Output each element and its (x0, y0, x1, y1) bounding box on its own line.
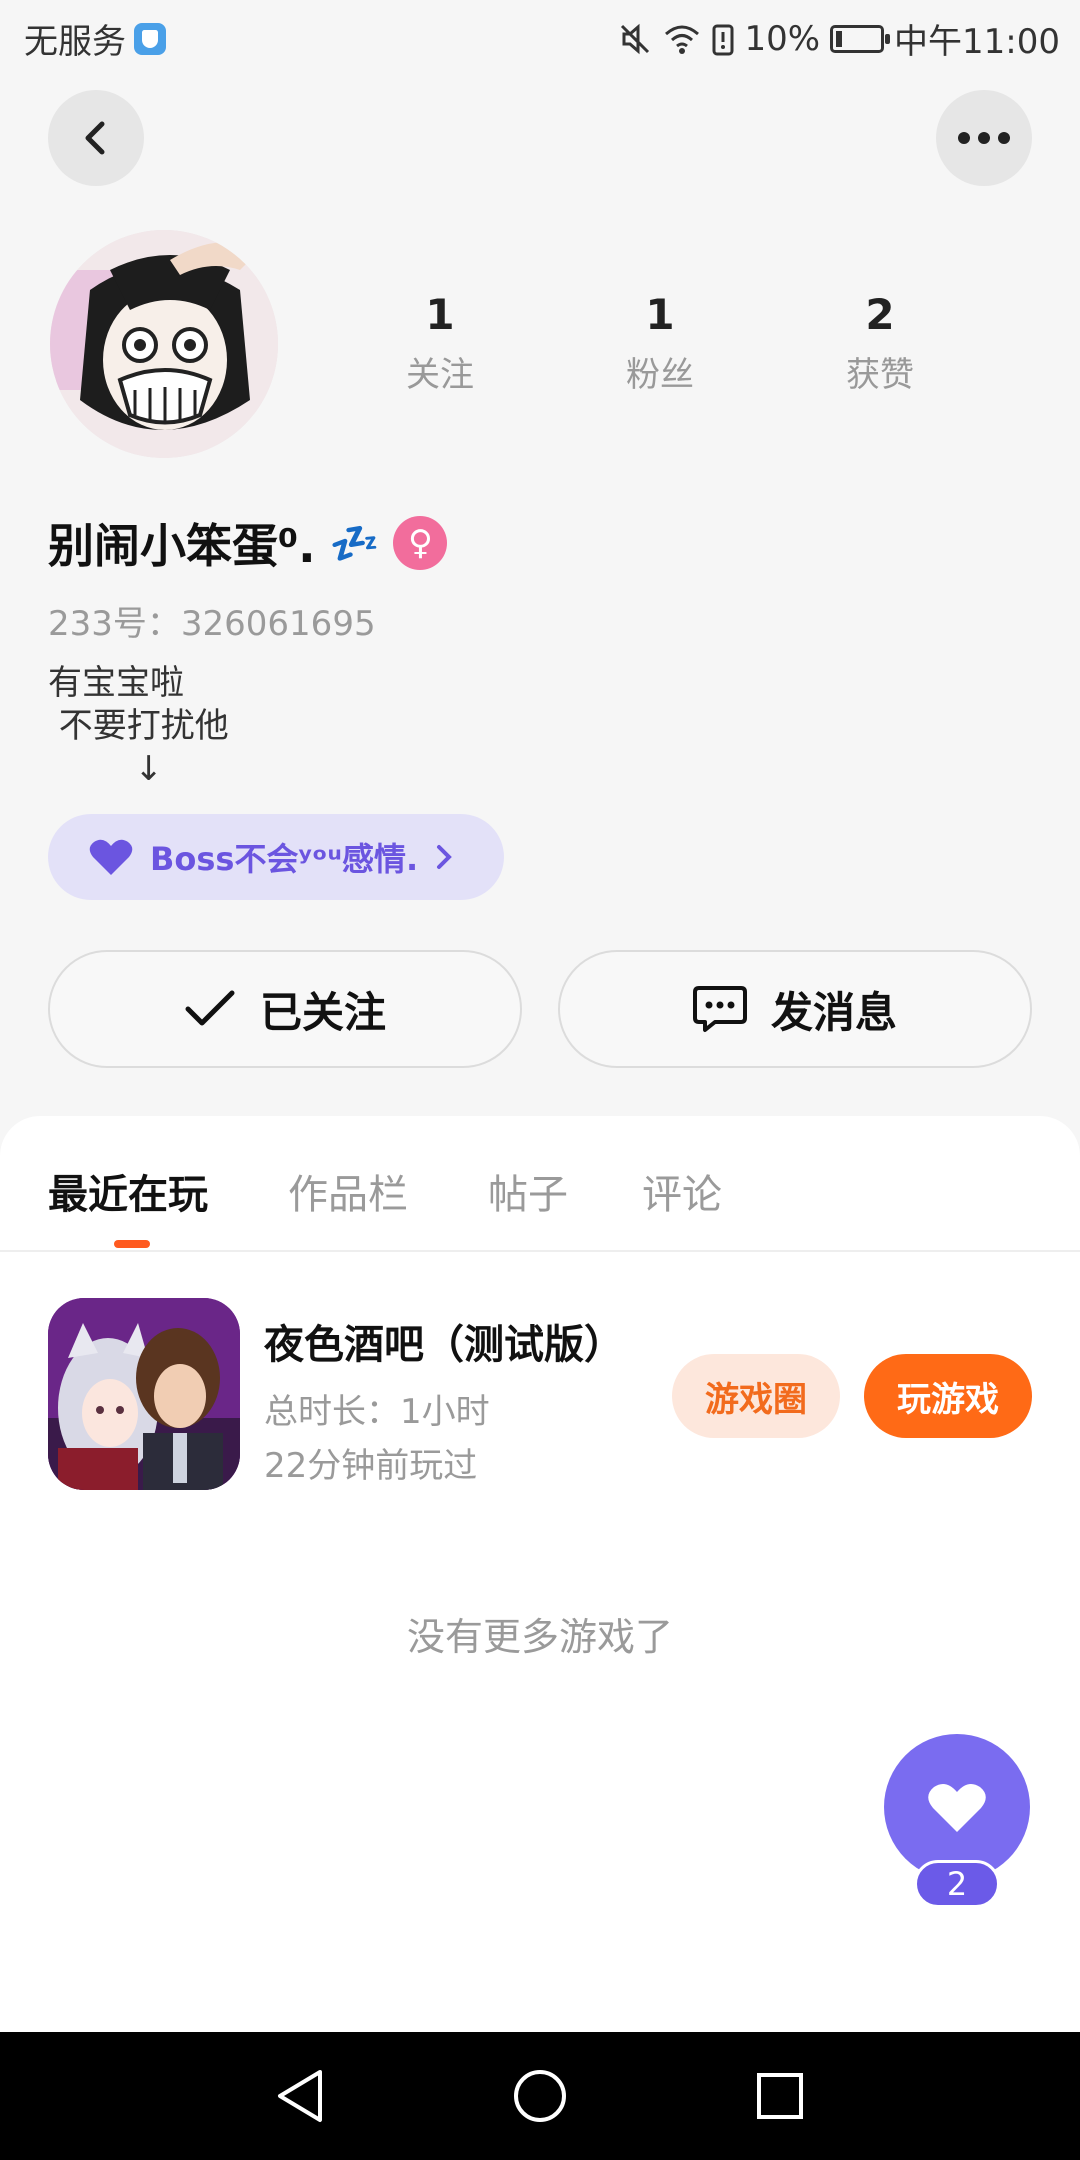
more-icon (958, 132, 1010, 144)
tab-comments[interactable]: 评论 (642, 1162, 722, 1220)
check-icon (185, 990, 235, 1026)
followed-button[interactable]: 已关注 (48, 950, 522, 1068)
game-list-item[interactable]: 夜色酒吧（测试版） 总时长：1小时 22分钟前玩过 游戏圈 玩游戏 (48, 1298, 1032, 1490)
stat-label: 关注 (406, 355, 474, 395)
back-icon (85, 121, 105, 155)
profile-stats: 1 关注 1 粉丝 2 获赞 (330, 290, 990, 396)
tab-bar: 最近在玩 作品栏 帖子 评论 (0, 1116, 1080, 1252)
game-circle-button[interactable]: 游戏圈 (672, 1354, 840, 1438)
chat-icon (692, 986, 747, 1032)
play-game-button[interactable]: 玩游戏 (864, 1354, 1032, 1438)
like-count-badge: 2 (914, 1860, 1000, 1908)
mute-icon (621, 23, 650, 54)
game-duration: 总时长：1小时 (264, 1392, 490, 1432)
no-more-games-text: 没有更多游戏了 (406, 1615, 673, 1659)
nav-home-button[interactable] (510, 2066, 570, 2126)
nav-home-icon (514, 2070, 566, 2122)
stat-label: 获赞 (846, 355, 914, 395)
shield-icon (134, 22, 166, 55)
status-bar: 无服务 10% 中午11:00 (0, 0, 1080, 72)
stat-label: 粉丝 (626, 355, 694, 395)
avatar[interactable] (50, 230, 278, 458)
female-gender-icon: ♀ (393, 516, 448, 570)
nav-back-icon (278, 2070, 322, 2122)
game-last-played: 22分钟前玩过 (264, 1446, 478, 1486)
battery-percent: 10% (744, 18, 821, 59)
nav-recents-icon (757, 2073, 803, 2119)
nav-back-button[interactable] (270, 2066, 330, 2126)
username-suffix: 💤 (329, 520, 380, 567)
send-message-label: 发消息 (770, 987, 897, 1037)
status-left: 无服务 (24, 14, 166, 63)
chevron-right-icon (437, 845, 453, 869)
alert-battery-icon (712, 24, 734, 55)
game-title: 夜色酒吧（测试版） (264, 1322, 624, 1368)
wifi-icon (665, 25, 700, 54)
system-nav-bar (0, 2032, 1080, 2160)
battery-icon (830, 24, 891, 53)
relationship-tag[interactable]: Boss不会ʸᵒᵘ感情. (48, 814, 504, 900)
like-fab[interactable] (884, 1734, 1030, 1880)
username: 别闹小笨蛋⁰. (48, 519, 316, 573)
send-message-button[interactable]: 发消息 (558, 950, 1032, 1068)
bio: 有宝宝啦 不要打扰他 ↓ (48, 663, 229, 789)
nav-recents-button[interactable] (750, 2066, 810, 2126)
clock: 中午11:00 (894, 22, 1060, 62)
back-button[interactable] (48, 90, 144, 186)
tab-indicator (114, 1240, 150, 1248)
game-icon[interactable] (48, 1298, 240, 1490)
more-button[interactable] (936, 90, 1032, 186)
followed-label: 已关注 (259, 987, 386, 1037)
stat-value: 1 (645, 290, 675, 339)
stat-value: 2 (865, 290, 895, 339)
stat-following[interactable]: 1 关注 (330, 290, 550, 396)
tab-recently-played[interactable]: 最近在玩 (48, 1162, 208, 1220)
tag-text: Boss不会ʸᵒᵘ感情. (150, 840, 419, 878)
username-row: 别闹小笨蛋⁰. 💤 ♀ (48, 510, 448, 576)
stat-fans[interactable]: 1 粉丝 (550, 290, 770, 396)
carrier-text: 无服务 (24, 22, 126, 62)
status-right: 10% 中午11:00 (618, 14, 1060, 63)
stat-likes[interactable]: 2 获赞 (770, 290, 990, 396)
stat-value: 1 (425, 290, 455, 339)
heart-icon (89, 839, 133, 875)
tab-posts[interactable]: 帖子 (488, 1162, 568, 1220)
user-id: 233号：326061695 (48, 604, 376, 644)
heart-icon (928, 1783, 986, 1832)
tab-works[interactable]: 作品栏 (288, 1162, 408, 1220)
